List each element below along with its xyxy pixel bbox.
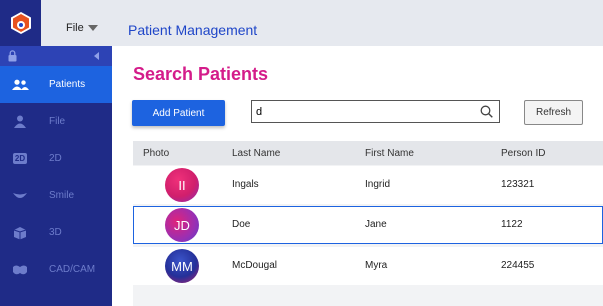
sidebar-item-label: 3D — [49, 227, 62, 238]
3d-icon — [11, 226, 29, 240]
sidebar-item-label: Smile — [49, 190, 75, 201]
users-icon — [11, 78, 29, 92]
column-header-last-name[interactable]: Last Name — [232, 148, 280, 159]
sidebar-item-3d[interactable]: 3D — [0, 214, 112, 251]
person-id-cell: 224455 — [501, 260, 535, 271]
sidebar-item-2d[interactable]: 2D 2D — [0, 140, 112, 177]
sidebar-item-label: File — [49, 116, 66, 127]
first-name-cell: Jane — [365, 219, 387, 230]
first-name-cell: Myra — [365, 260, 388, 271]
last-name-cell: McDougal — [232, 260, 278, 271]
smile-icon — [11, 189, 29, 203]
column-header-person-id[interactable]: Person ID — [501, 148, 545, 159]
avatar: JD — [165, 208, 199, 242]
table-row[interactable]: JD Doe Jane 1122 — [133, 206, 603, 244]
person-id-cell: 123321 — [501, 179, 535, 190]
refresh-button[interactable]: Refresh — [524, 100, 583, 125]
sidebar-item-label: 2D — [49, 153, 62, 164]
file-menu[interactable]: File — [66, 22, 98, 34]
page-title: Search Patients — [133, 64, 269, 84]
avatar: II — [165, 168, 199, 202]
avatar: MM — [165, 249, 199, 283]
2d-badge: 2D — [12, 153, 28, 164]
chevron-down-icon — [87, 25, 98, 31]
app-window: File Patient Management Patients File 2D… — [0, 0, 603, 306]
sidebar-item-label: Patients — [49, 79, 86, 90]
column-header-photo[interactable]: Photo — [143, 148, 169, 159]
table-row[interactable]: II Ingals Ingrid 123321 — [133, 166, 603, 204]
sidebar-item-smile[interactable]: Smile — [0, 177, 112, 214]
2d-icon: 2D — [11, 152, 29, 166]
app-title: Patient Management — [128, 22, 258, 38]
column-header-first-name[interactable]: First Name — [365, 148, 414, 159]
table-row[interactable]: MM McDougal Myra 224455 — [133, 247, 603, 285]
top-bar: File Patient Management — [0, 0, 603, 46]
last-name-cell: Ingals — [232, 179, 259, 190]
sidebar-item-label: CAD/CAM — [49, 264, 96, 275]
file-menu-label: File — [66, 22, 84, 34]
last-name-cell: Doe — [232, 219, 251, 230]
person-icon — [11, 115, 29, 129]
patients-table: Photo Last Name First Name Person ID II … — [133, 141, 603, 306]
collapse-sidebar-icon[interactable] — [94, 52, 99, 60]
sidebar-header — [0, 46, 112, 66]
cadcam-icon — [11, 263, 29, 277]
sidebar-item-file[interactable]: File — [0, 103, 112, 140]
search-input[interactable] — [256, 104, 476, 120]
app-logo — [0, 0, 41, 46]
sidebar: Patients File 2D 2D Smile 3D CAD/CAM — [0, 46, 112, 306]
add-patient-button[interactable]: Add Patient — [132, 100, 225, 126]
logo-icon — [10, 12, 31, 34]
lock-icon[interactable] — [8, 50, 17, 62]
sidebar-item-cadcam[interactable]: CAD/CAM — [0, 251, 112, 288]
first-name-cell: Ingrid — [365, 179, 391, 190]
sidebar-item-patients[interactable]: Patients — [0, 66, 112, 103]
table-header: Photo Last Name First Name Person ID — [133, 141, 603, 165]
search-box — [251, 100, 500, 123]
person-id-cell: 1122 — [501, 219, 523, 230]
search-icon[interactable] — [480, 105, 493, 118]
